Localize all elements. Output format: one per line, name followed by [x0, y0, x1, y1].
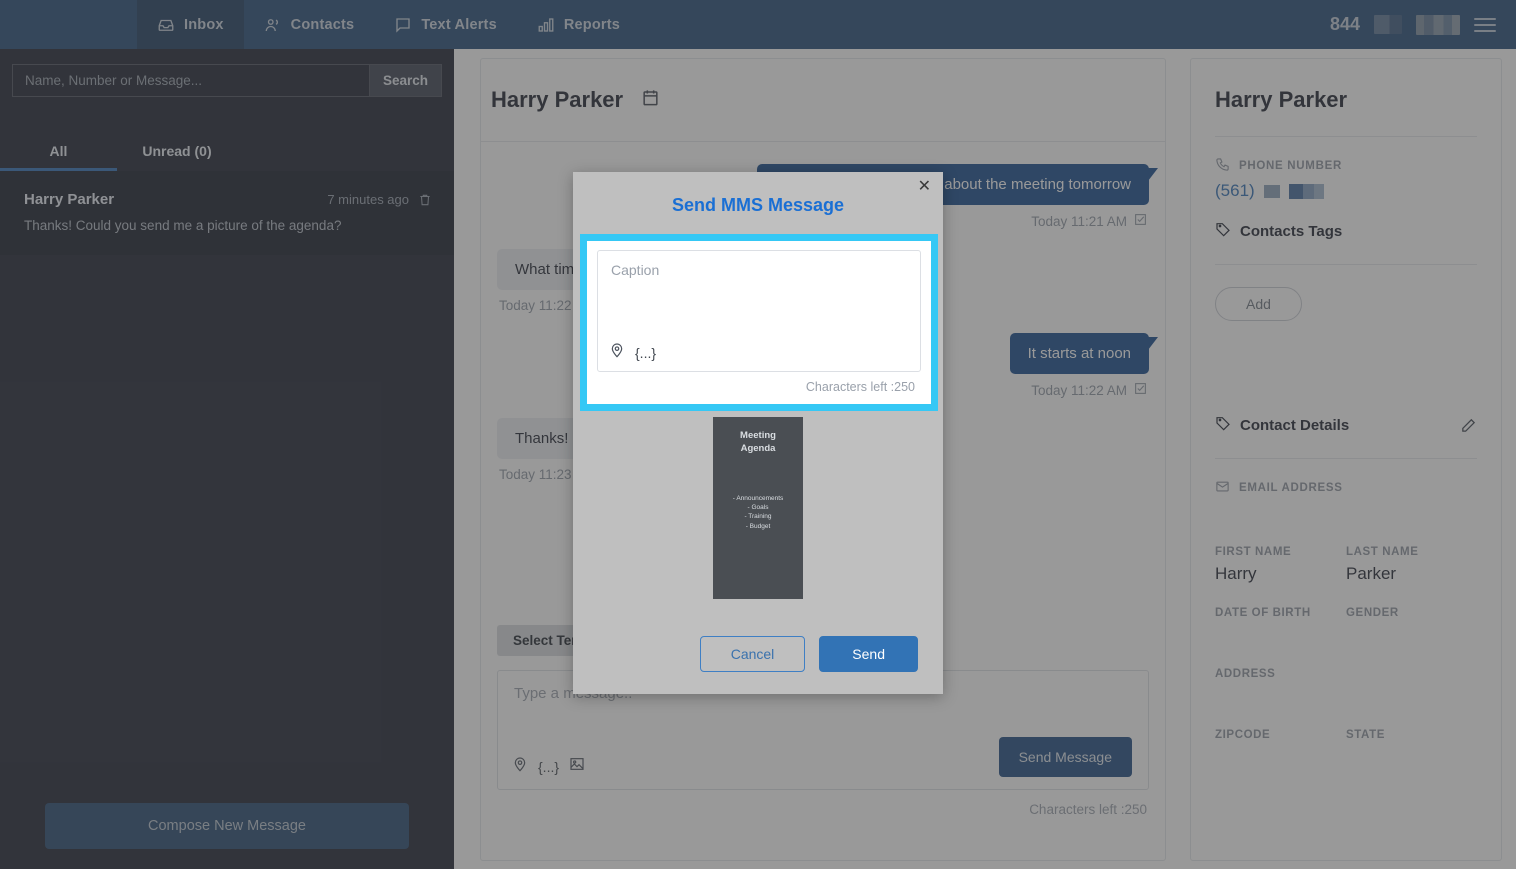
attachment-preview-wrap: Meeting Agenda - Announcements - Goals -… [573, 417, 943, 599]
send-mms-modal: ✕ Send MMS Message Caption {...} Charact… [573, 172, 943, 694]
caption-input[interactable]: Caption {...} [597, 250, 921, 372]
cancel-button[interactable]: Cancel [699, 636, 806, 672]
send-button[interactable]: Send [819, 636, 918, 672]
caption-field-container: Caption {...} Characters left :250 [587, 241, 931, 404]
location-pin-icon[interactable] [609, 342, 625, 363]
caption-placeholder: Caption [611, 262, 660, 278]
preview-agenda-items: - Announcements - Goals - Training - Bud… [732, 494, 784, 530]
caption-tools: {...} [609, 342, 656, 363]
preview-title-line-2: Agenda [740, 442, 776, 454]
attachment-image-preview[interactable]: Meeting Agenda - Announcements - Goals -… [713, 417, 803, 599]
modal-action-buttons: Cancel Send [699, 636, 918, 672]
modal-title: Send MMS Message [671, 195, 845, 215]
preview-title-line-1: Meeting [740, 430, 776, 441]
merge-field-token[interactable]: {...} [635, 345, 656, 361]
caption-focus-ring: Caption {...} Characters left :250 [580, 234, 938, 411]
modal-characters-left: Characters left :250 [805, 380, 915, 394]
close-x-icon[interactable]: ✕ [918, 179, 931, 195]
